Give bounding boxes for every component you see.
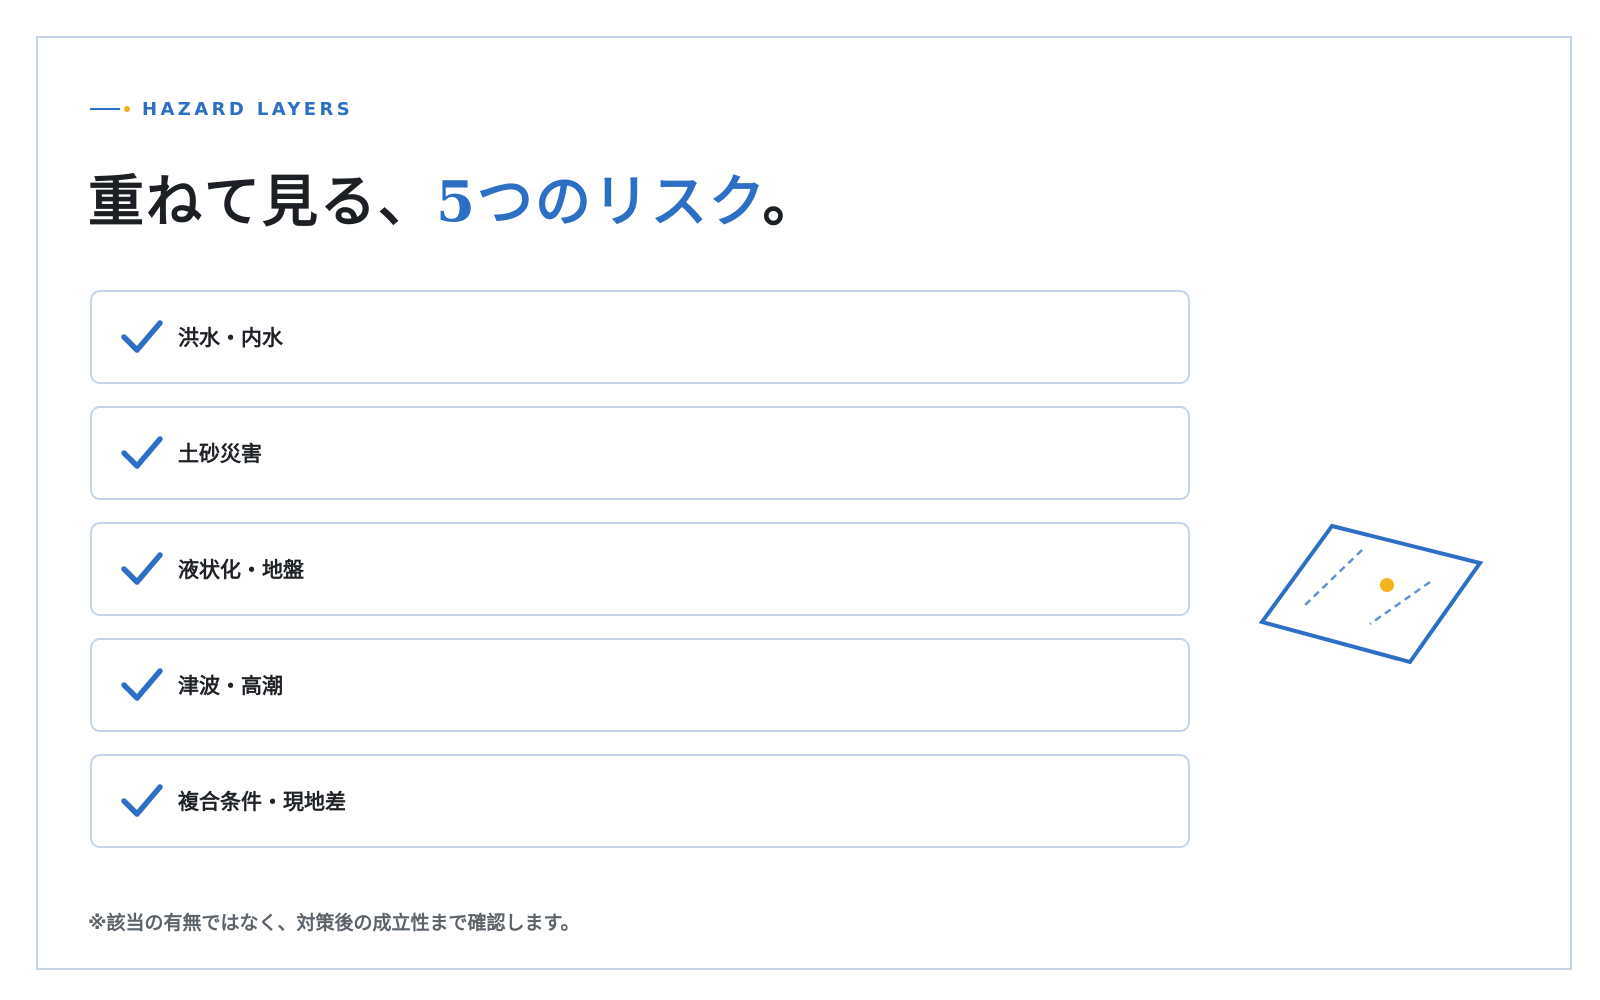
risk-item: 土砂災害 [90, 406, 1190, 500]
footnote: ※該当の有無ではなく、対策後の成立性まで確認します。 [88, 912, 580, 934]
eyebrow-dot [124, 106, 130, 112]
section-eyebrow: HAZARD LAYERS [90, 98, 353, 120]
checkmark-icon [121, 436, 163, 469]
checkmark-icon [121, 320, 163, 353]
risk-label: 津波・高潮 [178, 674, 283, 698]
risk-label: 液状化・地盤 [178, 558, 304, 582]
eyebrow-line [90, 108, 120, 110]
page-title: 重ねて見る、5つのリスク。 [88, 162, 821, 242]
map-sheet [1258, 523, 1484, 665]
risk-item: 複合条件・現地差 [90, 754, 1190, 848]
layered-map-icon [1258, 523, 1484, 665]
risk-item: 液状化・地盤 [90, 522, 1190, 616]
risk-label: 土砂災害 [178, 442, 262, 466]
headline-main: 重ねて見る、 [88, 169, 436, 235]
checkmark-icon [121, 784, 163, 817]
eyebrow-label: HAZARD LAYERS [142, 98, 354, 120]
headline-accent: 5つのリスク [436, 169, 763, 235]
headline-end: 。 [762, 169, 821, 235]
checkmark-icon [121, 668, 163, 701]
risk-item: 洪水・内水 [90, 290, 1190, 384]
risk-label: 複合条件・現地差 [178, 790, 346, 814]
checkmark-icon [121, 552, 163, 585]
risk-item: 津波・高潮 [90, 638, 1190, 732]
risk-label: 洪水・内水 [178, 326, 283, 350]
risk-list: 洪水・内水 土砂災害 液状化・地盤 津波・高潮 複合条件・現地差 [90, 290, 1190, 870]
location-dot [1380, 578, 1394, 592]
hazard-layers-card: HAZARD LAYERS 重ねて見る、5つのリスク。 洪水・内水 土砂災害 液… [36, 36, 1572, 970]
